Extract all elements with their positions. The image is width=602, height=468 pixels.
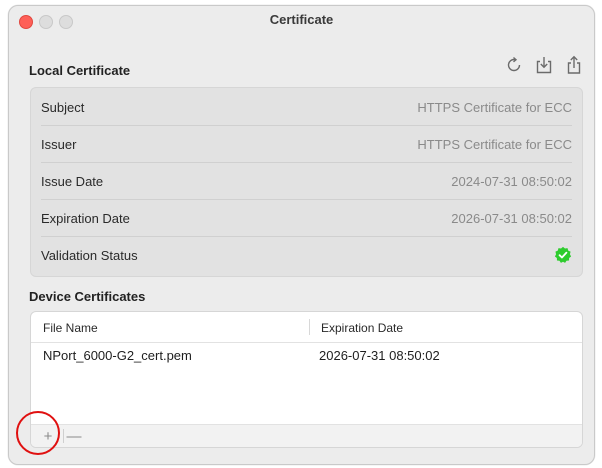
issue-date-row: Issue Date 2024-07-31 08:50:02 <box>41 163 572 200</box>
subject-row: Subject HTTPS Certificate for ECC <box>41 89 572 126</box>
expiration-date-label: Expiration Date <box>41 210 130 226</box>
refresh-icon <box>507 56 521 72</box>
subject-value: HTTPS Certificate for ECC <box>417 99 572 115</box>
file-name-cell: NPort_6000-G2_cert.pem <box>43 348 192 363</box>
validation-status-row: Validation Status <box>41 237 572 273</box>
footer-divider <box>63 429 64 443</box>
table-row[interactable]: NPort_6000-G2_cert.pem 2026-07-31 08:50:… <box>31 343 582 367</box>
validation-status-label: Validation Status <box>41 247 138 263</box>
title-bar: Certificate <box>9 6 594 34</box>
column-header-file-name[interactable]: File Name <box>43 321 98 335</box>
remove-certificate-button[interactable]: — <box>65 427 83 445</box>
local-certificate-heading: Local Certificate <box>29 63 131 78</box>
refresh-button[interactable] <box>504 54 524 76</box>
device-certificates-table: File Name Expiration Date NPort_6000-G2_… <box>30 311 583 448</box>
column-header-expiration-date[interactable]: Expiration Date <box>321 321 403 335</box>
certificate-toolbar <box>504 54 584 76</box>
share-icon <box>567 55 581 74</box>
issue-date-label: Issue Date <box>41 173 104 189</box>
issuer-label: Issuer <box>41 136 77 152</box>
issue-date-value: 2024-07-31 08:50:02 <box>451 173 572 189</box>
issuer-value: HTTPS Certificate for ECC <box>417 136 572 152</box>
device-certificates-heading: Device Certificates <box>29 289 146 304</box>
window-title: Certificate <box>269 12 334 27</box>
table-header: File Name Expiration Date <box>31 312 582 343</box>
expiration-date-value: 2026-07-31 08:50:02 <box>451 210 572 226</box>
issuer-row: Issuer HTTPS Certificate for ECC <box>41 126 572 163</box>
column-divider[interactable] <box>309 319 310 335</box>
certificate-window: Certificate Local Certificate Subject HT… <box>8 5 595 465</box>
download-button[interactable] <box>534 54 554 76</box>
verified-check-icon <box>554 246 572 263</box>
share-button[interactable] <box>564 54 584 76</box>
expiration-date-cell: 2026-07-31 08:50:02 <box>319 348 440 363</box>
table-footer: + — <box>31 424 582 447</box>
add-certificate-button[interactable]: + <box>39 427 57 445</box>
subject-label: Subject <box>41 99 85 115</box>
download-icon <box>536 57 552 74</box>
local-certificate-panel: Subject HTTPS Certificate for ECC Issuer… <box>30 87 583 277</box>
expiration-date-row: Expiration Date 2026-07-31 08:50:02 <box>41 200 572 237</box>
